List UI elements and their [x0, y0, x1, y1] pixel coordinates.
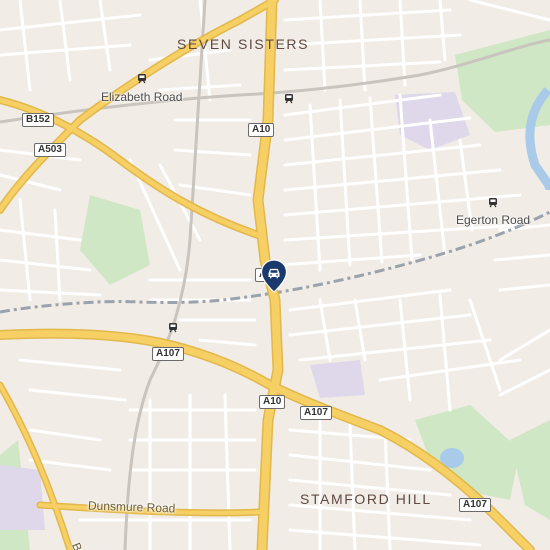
road-shield-a10-south: A10 — [259, 395, 286, 409]
road-shield-a503: A503 — [34, 143, 66, 157]
train-station-icon[interactable] — [136, 73, 148, 85]
location-pin[interactable] — [260, 259, 288, 293]
road-shield-a107-west: A107 — [152, 347, 184, 361]
school-southwest — [0, 465, 45, 530]
road-shield-a10-north: A10 — [248, 123, 275, 137]
place-label-elizabeth-road[interactable]: Elizabeth Road — [101, 90, 182, 104]
car-icon — [268, 268, 280, 279]
place-label-egerton-road[interactable]: Egerton Road — [456, 213, 530, 227]
district-label-stamford-hill: STAMFORD HILL — [300, 491, 432, 507]
district-label-seven-sisters: SEVEN SISTERS — [177, 36, 310, 52]
street-label-dunsmure-road: Dunsmure Road — [87, 498, 176, 516]
train-station-icon[interactable] — [283, 93, 295, 105]
train-station-icon[interactable] — [167, 322, 179, 334]
road-shield-b152: B152 — [22, 113, 54, 127]
road-shield-a107-east: A107 — [459, 498, 491, 512]
map-viewport[interactable]: SEVEN SISTERS STAMFORD HILL Elizabeth Ro… — [0, 0, 550, 550]
train-station-icon[interactable] — [487, 197, 499, 209]
road-shield-a107-center: A107 — [300, 406, 332, 420]
